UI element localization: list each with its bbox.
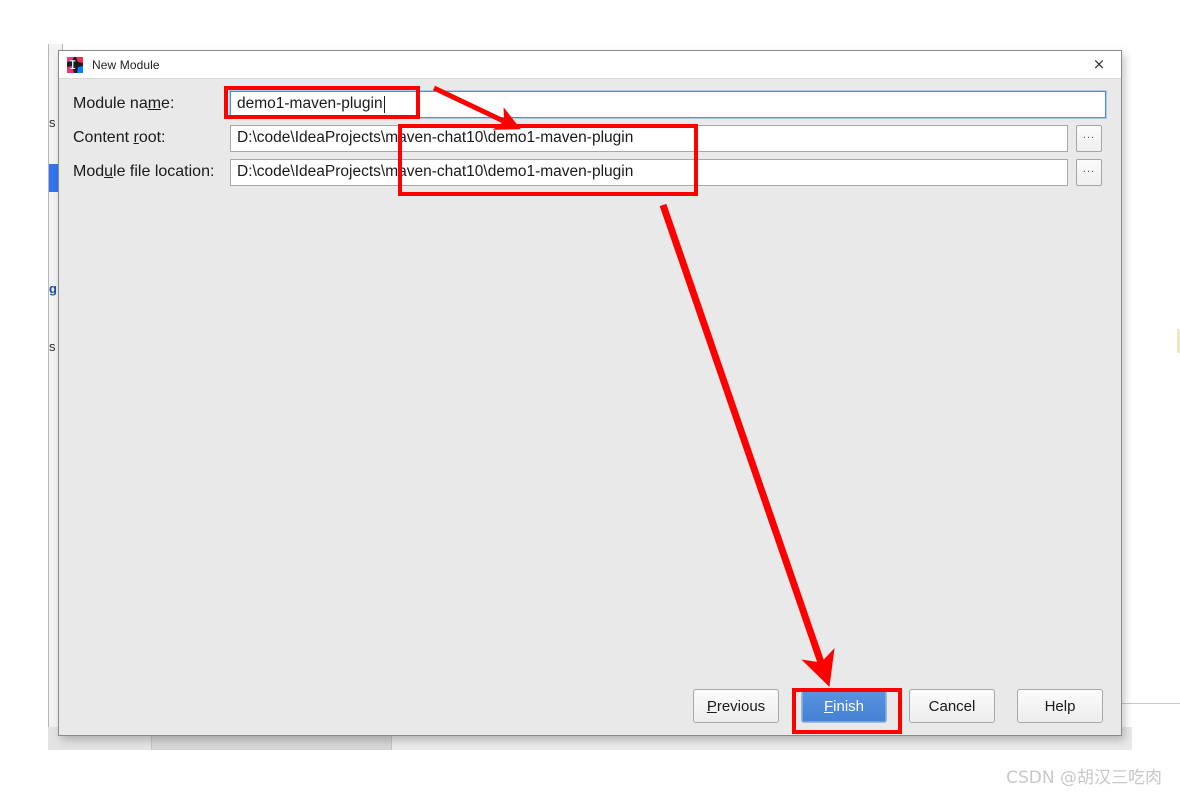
- content-root-browse-button[interactable]: ...: [1076, 124, 1102, 152]
- module-file-location-label: Module file location:: [73, 163, 215, 180]
- module-name-input[interactable]: demo1-maven-plugin: [230, 90, 1106, 118]
- module-file-location-input[interactable]: D:\code\IdeaProjects\maven-chat10\demo1-…: [230, 158, 1068, 186]
- intellij-idea-icon: [67, 56, 83, 73]
- content-root-input[interactable]: D:\code\IdeaProjects\maven-chat10\demo1-…: [230, 124, 1068, 152]
- dialog-button-bar: Previous Finish Cancel Help: [59, 689, 1121, 723]
- module-file-location-browse-button[interactable]: ...: [1076, 158, 1102, 186]
- form-row-content-root: Content root: D:\code\IdeaProjects\maven…: [59, 121, 1121, 155]
- new-module-dialog: New Module × Module name: demo1-maven-pl…: [58, 50, 1122, 736]
- module-name-label: Module name:: [73, 95, 175, 112]
- previous-button[interactable]: Previous: [693, 689, 779, 723]
- content-root-value: D:\code\IdeaProjects\maven-chat10\demo1-…: [237, 129, 634, 146]
- module-file-location-value: D:\code\IdeaProjects\maven-chat10\demo1-…: [237, 163, 634, 180]
- background-text-fragment: g: [49, 281, 57, 296]
- dialog-title-bar: New Module ×: [59, 51, 1121, 79]
- close-icon[interactable]: ×: [1077, 51, 1121, 78]
- text-caret: [383, 95, 385, 113]
- module-form: Module name: demo1-maven-plugin Content …: [59, 79, 1121, 189]
- cancel-button[interactable]: Cancel: [909, 689, 995, 723]
- module-name-value: demo1-maven-plugin: [237, 95, 383, 112]
- form-row-module-file-location: Module file location: D:\code\IdeaProjec…: [59, 155, 1121, 189]
- finish-button[interactable]: Finish: [801, 689, 887, 723]
- background-text-fragment: s: [49, 339, 56, 354]
- dialog-title: New Module: [92, 57, 160, 72]
- background-text-fragment: s: [49, 115, 56, 130]
- help-button[interactable]: Help: [1017, 689, 1103, 723]
- content-root-label: Content root:: [73, 129, 166, 146]
- watermark: CSDN @胡汉三吃肉: [1006, 768, 1162, 788]
- form-row-module-name: Module name: demo1-maven-plugin: [59, 87, 1121, 121]
